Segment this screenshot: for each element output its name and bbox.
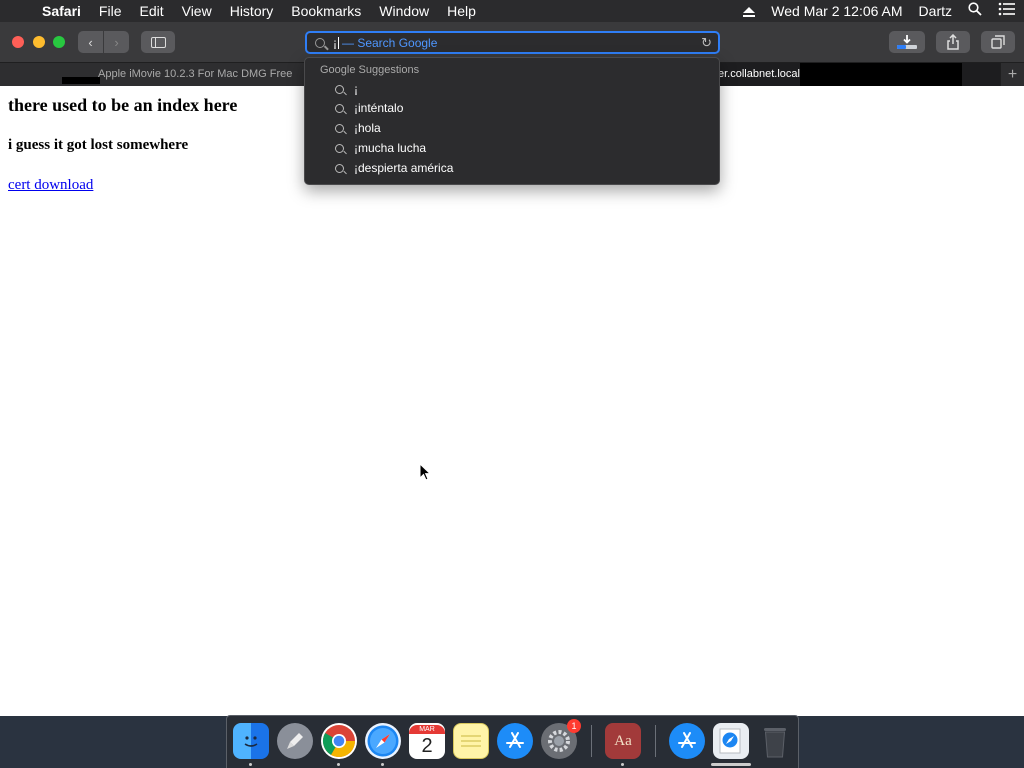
redaction-bar (62, 77, 100, 84)
menu-window[interactable]: Window (370, 0, 438, 22)
tab-imovie[interactable]: Apple iMovie 10.2.3 For Mac DMG Free (0, 63, 330, 86)
reload-icon[interactable]: ↻ (701, 35, 712, 51)
page-heading: there used to be an index here (8, 95, 238, 115)
dock-separator (591, 725, 592, 757)
menu-bookmarks[interactable]: Bookmarks (282, 0, 370, 22)
plus-icon: + (1007, 65, 1018, 83)
address-typed-text: ¡ (333, 35, 337, 50)
suggestions-header: Google Suggestions (320, 64, 420, 76)
search-icon (335, 123, 344, 133)
search-suggestions-dropdown: Google Suggestions ¡ ¡inténtalo ¡hola ¡m… (304, 57, 720, 185)
suggestion-item[interactable]: ¡despierta américa (335, 159, 705, 177)
zoom-window-button[interactable] (53, 36, 65, 48)
dock: MAR 2 1 Aa (226, 715, 799, 768)
trash-icon[interactable] (757, 723, 793, 759)
search-icon (335, 103, 344, 113)
download-icon (897, 35, 917, 49)
cert-download-link[interactable]: cert download (8, 177, 93, 194)
spotlight-icon[interactable] (960, 0, 990, 22)
menu-safari[interactable]: Safari (38, 0, 90, 22)
menu-bar: Safari File Edit View History Bookmarks … (0, 0, 1024, 22)
toolbar: ‹ › ¡ — Search Google ↻ (0, 22, 1024, 62)
running-indicator (249, 763, 252, 766)
menu-help[interactable]: Help (438, 0, 485, 22)
dock-separator (655, 725, 656, 757)
share-icon (947, 34, 959, 50)
suggestion-text: ¡hola (354, 121, 381, 135)
redaction-bar (800, 63, 962, 86)
search-icon (315, 37, 325, 48)
menu-file[interactable]: File (90, 0, 131, 22)
notes-icon[interactable] (453, 723, 489, 759)
running-indicator (381, 763, 384, 766)
downloads-stack-icon[interactable] (713, 723, 749, 759)
menu-view[interactable]: View (173, 0, 221, 22)
finder-icon[interactable] (233, 723, 269, 759)
forward-button[interactable]: › (104, 31, 129, 53)
sidebar-button[interactable] (141, 31, 175, 53)
app-store-icon[interactable] (497, 723, 533, 759)
search-icon (335, 163, 344, 173)
running-indicator (621, 763, 624, 766)
menu-history[interactable]: History (221, 0, 283, 22)
suggestion-item[interactable]: ¡ (335, 80, 705, 98)
suggestion-text: ¡mucha lucha (354, 141, 427, 155)
chevron-left-icon: ‹ (88, 34, 93, 50)
menubar-clock[interactable]: Wed Mar 2 12:06 AM (763, 0, 910, 22)
calendar-icon[interactable]: MAR 2 (409, 723, 445, 759)
safari-icon[interactable] (365, 723, 401, 759)
chevron-right-icon: › (114, 34, 119, 50)
address-bar[interactable]: ¡ — Search Google ↻ (305, 31, 720, 54)
calendar-month: MAR (409, 724, 445, 734)
dictionary-icon[interactable]: Aa (605, 723, 641, 759)
address-completion-hint: — Search Google (342, 35, 438, 50)
notification-badge: 1 (567, 719, 581, 733)
tab-collabnet[interactable]: er.collabnet.local (700, 63, 1000, 86)
tab-title: Apple iMovie 10.2.3 For Mac DMG Free (98, 68, 293, 80)
app-store-folder-icon[interactable] (669, 723, 705, 759)
chrome-icon[interactable] (321, 723, 357, 759)
share-button[interactable] (936, 31, 970, 53)
suggestion-item[interactable]: ¡mucha lucha (335, 139, 705, 157)
menu-edit[interactable]: Edit (130, 0, 172, 22)
calendar-day: 2 (421, 734, 433, 757)
running-indicator (337, 763, 340, 766)
notification-center-icon[interactable] (990, 0, 1024, 22)
eject-icon[interactable] (735, 0, 763, 22)
sidebar-icon (150, 36, 166, 48)
downloads-button[interactable] (889, 31, 925, 53)
downloads-progress (711, 763, 751, 766)
back-button[interactable]: ‹ (78, 31, 103, 53)
system-preferences-icon[interactable]: 1 (541, 719, 581, 759)
close-window-button[interactable] (12, 36, 24, 48)
suggestion-text: ¡ (354, 82, 358, 96)
suggestion-item[interactable]: ¡inténtalo (335, 99, 705, 117)
show-all-tabs-button[interactable] (981, 31, 1015, 53)
suggestion-text: ¡despierta américa (354, 161, 454, 175)
suggestion-item[interactable]: ¡hola (335, 119, 705, 137)
page-subheading: i guess it got lost somewhere (8, 137, 189, 153)
search-icon (335, 84, 344, 94)
suggestion-text: ¡inténtalo (354, 101, 404, 115)
new-tab-button[interactable]: + (1000, 63, 1024, 86)
search-icon (335, 143, 344, 153)
tab-title: er.collabnet.local (718, 68, 800, 80)
menubar-user[interactable]: Dartz (911, 0, 960, 22)
tabs-overview-icon (991, 35, 1005, 49)
text-caret (338, 36, 339, 49)
mouse-cursor-icon (419, 463, 431, 481)
launchpad-icon[interactable] (277, 723, 313, 759)
dictionary-label: Aa (614, 732, 632, 749)
minimize-window-button[interactable] (33, 36, 45, 48)
